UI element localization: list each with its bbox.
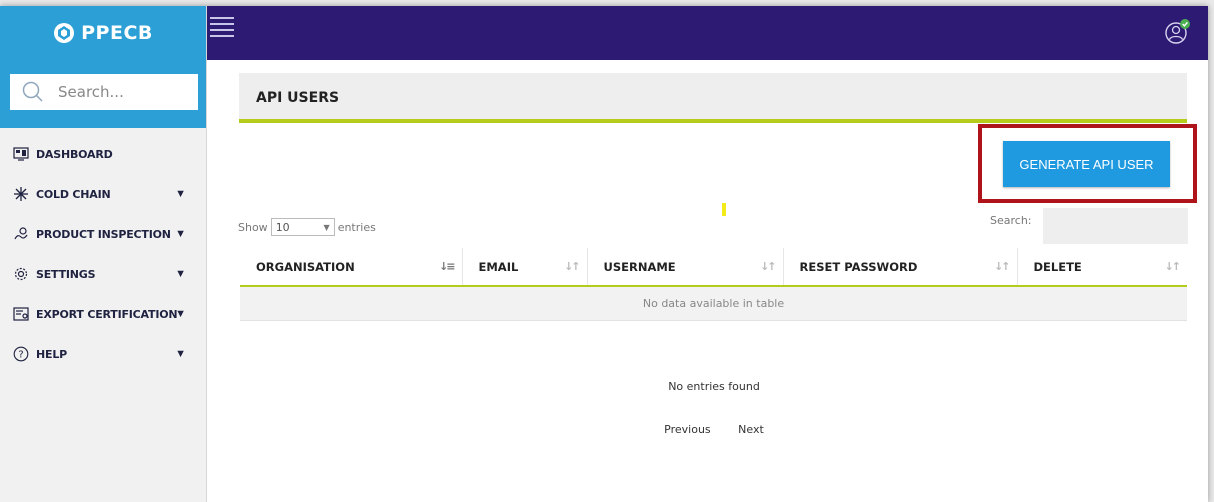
sidebar-item-dashboard[interactable]: DASHBOARD	[0, 134, 206, 174]
svg-text:?: ?	[18, 350, 23, 361]
brand-name: PPECB	[81, 22, 153, 44]
ppecb-logo-icon	[54, 23, 75, 43]
help-icon: ?	[12, 345, 30, 363]
table-row: No data available in table	[240, 286, 1187, 321]
sort-icon: ↓↑	[994, 260, 1011, 273]
table-info: No entries found	[668, 380, 760, 393]
table-search-input[interactable]	[1043, 208, 1188, 244]
chevron-down-icon[interactable]: ▼	[175, 348, 186, 360]
gear-icon	[12, 265, 30, 283]
hamburger-menu-icon[interactable]	[210, 17, 234, 39]
app-window: PPECB Search... DASHBOARD COLD CHAIN ▼ P…	[0, 6, 1208, 502]
chevron-down-icon[interactable]: ▼	[175, 308, 186, 320]
sidebar-item-settings[interactable]: SETTINGS ▼	[0, 254, 206, 294]
main-content: API USERS GENERATE API USER Show 10 ▼ en…	[207, 60, 1208, 502]
page-title: API USERS	[256, 90, 340, 106]
sort-icon: ↓↑	[1164, 260, 1182, 273]
search-icon	[22, 81, 43, 102]
brand-logo[interactable]: PPECB	[0, 6, 206, 60]
chevron-down-icon: ▼	[323, 222, 330, 232]
chevron-down-icon[interactable]: ▼	[175, 268, 186, 280]
sidebar-item-label: HELP	[36, 347, 67, 361]
chevron-down-icon[interactable]: ▼	[175, 188, 186, 200]
column-header-delete[interactable]: DELETE ↓↑	[1017, 248, 1187, 287]
table-header-row: ORGANISATION ↓≡ EMAIL ↓↑ USERNAME ↓↑ RES…	[240, 248, 1187, 287]
sidebar-item-help[interactable]: ? HELP ▼	[0, 334, 206, 374]
empty-table-message: No data available in table	[240, 286, 1187, 321]
next-page-button[interactable]: Next	[738, 423, 764, 436]
sidebar-item-label: COLD CHAIN	[36, 187, 111, 201]
sidebar-menu: DASHBOARD COLD CHAIN ▼ PRODUCT INSPECTIO…	[0, 128, 206, 374]
sidebar-item-export-certification[interactable]: EXPORT CERTIFICATION ▼	[0, 294, 206, 334]
sort-ascending-icon: ↓≡	[439, 260, 456, 273]
entries-length-control: Show 10 ▼ entries	[238, 218, 376, 236]
sidebar-search: Search...	[0, 60, 206, 128]
sidebar-item-label: DASHBOARD	[36, 147, 113, 161]
column-header-username[interactable]: USERNAME ↓↑	[587, 248, 784, 287]
generate-api-user-button[interactable]: GENERATE API USER	[1003, 141, 1170, 187]
dashboard-icon	[12, 145, 30, 163]
sidebar-item-cold-chain[interactable]: COLD CHAIN ▼	[0, 174, 206, 214]
sidebar-item-label: PRODUCT INSPECTION	[36, 227, 171, 241]
sort-icon: ↓↑	[564, 260, 581, 273]
column-label: DELETE	[1033, 259, 1082, 274]
entries-per-page-select[interactable]: 10 ▼	[270, 218, 335, 236]
certificate-icon	[12, 305, 30, 323]
show-label: Show	[238, 220, 268, 234]
cursor-mark	[722, 203, 726, 216]
top-bar	[207, 6, 1208, 60]
search-placeholder: Search...	[58, 83, 124, 101]
inspection-icon	[12, 225, 30, 243]
api-users-table: ORGANISATION ↓≡ EMAIL ↓↑ USERNAME ↓↑ RES…	[240, 248, 1187, 321]
column-label: RESET PASSWORD	[799, 259, 918, 274]
sidebar-search-input[interactable]: Search...	[10, 74, 198, 110]
column-label: ORGANISATION	[256, 259, 355, 274]
page-header: API USERS	[239, 73, 1187, 123]
entries-label: entries	[337, 220, 376, 234]
pagination: Previous Next	[240, 423, 1188, 436]
user-profile-icon[interactable]	[1164, 18, 1192, 46]
table-search-label: Search:	[990, 214, 1032, 227]
sidebar-item-label: EXPORT CERTIFICATION	[36, 307, 178, 321]
column-header-reset-password[interactable]: RESET PASSWORD ↓↑	[783, 248, 1018, 287]
previous-page-button[interactable]: Previous	[664, 423, 711, 436]
sidebar-item-product-inspection[interactable]: PRODUCT INSPECTION ▼	[0, 214, 206, 254]
column-header-organisation[interactable]: ORGANISATION ↓≡	[240, 248, 463, 287]
sort-icon: ↓↑	[760, 260, 777, 273]
column-label: USERNAME	[603, 259, 676, 274]
sidebar-item-label: SETTINGS	[36, 267, 96, 281]
sidebar: PPECB Search... DASHBOARD COLD CHAIN ▼ P…	[0, 6, 207, 502]
entries-value: 10	[275, 220, 290, 234]
column-header-email[interactable]: EMAIL ↓↑	[462, 248, 588, 287]
column-label: EMAIL	[478, 259, 519, 274]
snowflake-icon	[12, 185, 30, 203]
chevron-down-icon[interactable]: ▼	[175, 228, 186, 240]
